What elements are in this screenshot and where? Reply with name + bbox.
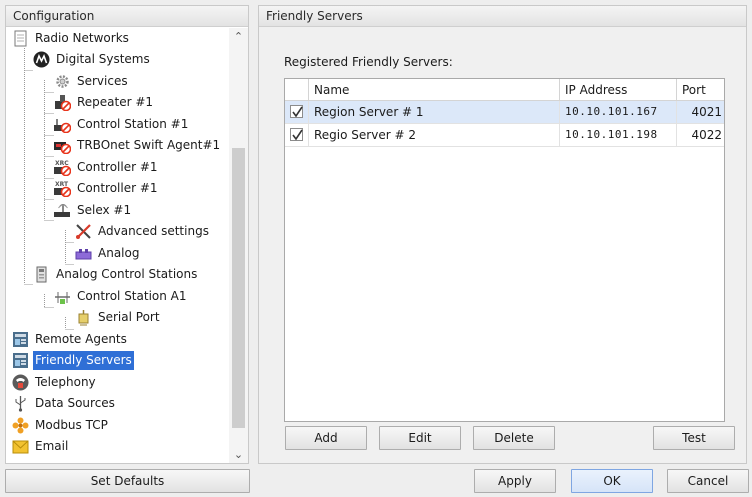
tree-item-label: Remote Agents <box>35 332 127 346</box>
telephone-icon <box>12 374 29 391</box>
friendly-server-icon <box>13 353 28 368</box>
edit-button[interactable]: Edit <box>379 426 461 450</box>
configuration-header: Configuration <box>6 6 248 27</box>
row-check-cell <box>285 124 308 146</box>
network-node-icon <box>55 292 70 304</box>
scroll-down-icon[interactable]: ⌄ <box>229 446 248 463</box>
cancel-button[interactable]: Cancel <box>667 469 749 493</box>
selex-icon <box>54 204 70 217</box>
ok-button[interactable]: OK <box>571 469 653 493</box>
checkbox-column-header <box>285 79 308 101</box>
swift-agent-disabled-icon <box>54 142 71 154</box>
checkmark-icon <box>292 106 303 118</box>
server-name-cell: Regio Server # 2 <box>308 124 559 146</box>
column-header-name[interactable]: Name <box>308 79 559 101</box>
friendly-servers-header: Friendly Servers <box>259 6 746 27</box>
port-cell: 4021 <box>676 101 724 123</box>
gear-icon <box>56 75 69 88</box>
tree-item-label: Analog Control Stations <box>56 267 198 281</box>
enabled-checkbox[interactable] <box>290 128 303 141</box>
serial-port-icon <box>78 310 89 326</box>
modbus-icon <box>12 417 29 434</box>
table-header: Name IP Address Port <box>285 79 724 101</box>
delete-button[interactable]: Delete <box>473 426 555 450</box>
tree-item-label: Telephony <box>35 375 96 389</box>
repeater-disabled-icon <box>55 95 71 111</box>
envelope-icon <box>12 440 29 454</box>
analog-plug-icon <box>75 249 92 260</box>
column-header-port[interactable]: Port <box>676 79 724 101</box>
motorola-logo-icon <box>33 51 50 68</box>
enabled-checkbox[interactable] <box>290 105 303 118</box>
apply-button[interactable]: Apply <box>474 469 556 493</box>
tree-item-label: Advanced settings <box>98 224 209 238</box>
xrc-controller-disabled-icon: XRC <box>54 160 71 176</box>
tree-item-label: Data Sources <box>35 396 115 410</box>
table-row[interactable]: Region Server # 1 10.10.101.167 4021 <box>285 101 724 124</box>
tree-scrollbar[interactable]: ⌃ ⌄ <box>229 28 248 463</box>
friendly-servers-panel: Friendly Servers Registered Friendly Ser… <box>258 5 747 464</box>
server-agent-icon <box>13 332 28 347</box>
tree-item-label: Email <box>35 439 69 453</box>
tree-item-label: Repeater #1 <box>77 95 154 109</box>
usb-icon <box>15 396 26 412</box>
registered-servers-label: Registered Friendly Servers: <box>284 55 453 69</box>
checkmark-icon <box>292 129 303 141</box>
tree-item-label: Modbus TCP <box>35 418 108 432</box>
set-defaults-button[interactable]: Set Defaults <box>5 469 250 493</box>
tree-item-label: Controller #1 <box>77 160 158 174</box>
analog-station-icon <box>36 266 47 283</box>
tree-item-label: Friendly Servers <box>33 351 134 370</box>
add-button[interactable]: Add <box>285 426 367 450</box>
scrollbar-thumb[interactable] <box>232 148 245 428</box>
tree-item-label: Controller #1 <box>77 181 158 195</box>
tree-item-label: Analog <box>98 246 140 260</box>
tree-item-label: Digital Systems <box>56 52 150 66</box>
row-check-cell <box>285 101 308 123</box>
ip-address-cell: 10.10.101.198 <box>559 124 676 146</box>
tree-item-label: Radio Networks <box>35 31 129 45</box>
document-icon <box>14 30 27 47</box>
test-button[interactable]: Test <box>653 426 735 450</box>
wrench-screwdriver-icon <box>76 224 91 239</box>
xrt-controller-disabled-icon: XRT <box>54 181 71 197</box>
configuration-tree: Radio Networks Digital Systems Services … <box>6 28 229 463</box>
tree-item-label: Control Station A1 <box>77 289 187 303</box>
ip-address-cell: 10.10.101.167 <box>559 101 676 123</box>
tree-item-label: Serial Port <box>98 310 160 324</box>
server-name-cell: Region Server # 1 <box>308 101 559 123</box>
tree-item-label: Services <box>77 74 128 88</box>
tree-item-label: Control Station #1 <box>77 117 189 131</box>
friendly-servers-table: Name IP Address Port Region Server # 1 1… <box>284 78 725 422</box>
table-row[interactable]: Regio Server # 2 10.10.101.198 4022 <box>285 124 724 147</box>
control-station-disabled-icon <box>54 119 71 133</box>
port-cell: 4022 <box>676 124 724 146</box>
scroll-up-icon[interactable]: ⌃ <box>229 28 248 45</box>
configuration-panel: Configuration Radio Networks Digital Sys… <box>5 5 249 464</box>
column-header-ip-address[interactable]: IP Address <box>559 79 676 101</box>
tree-item-label: TRBOnet Swift Agent#1 <box>77 138 221 152</box>
tree-item-label: Selex #1 <box>77 203 132 217</box>
